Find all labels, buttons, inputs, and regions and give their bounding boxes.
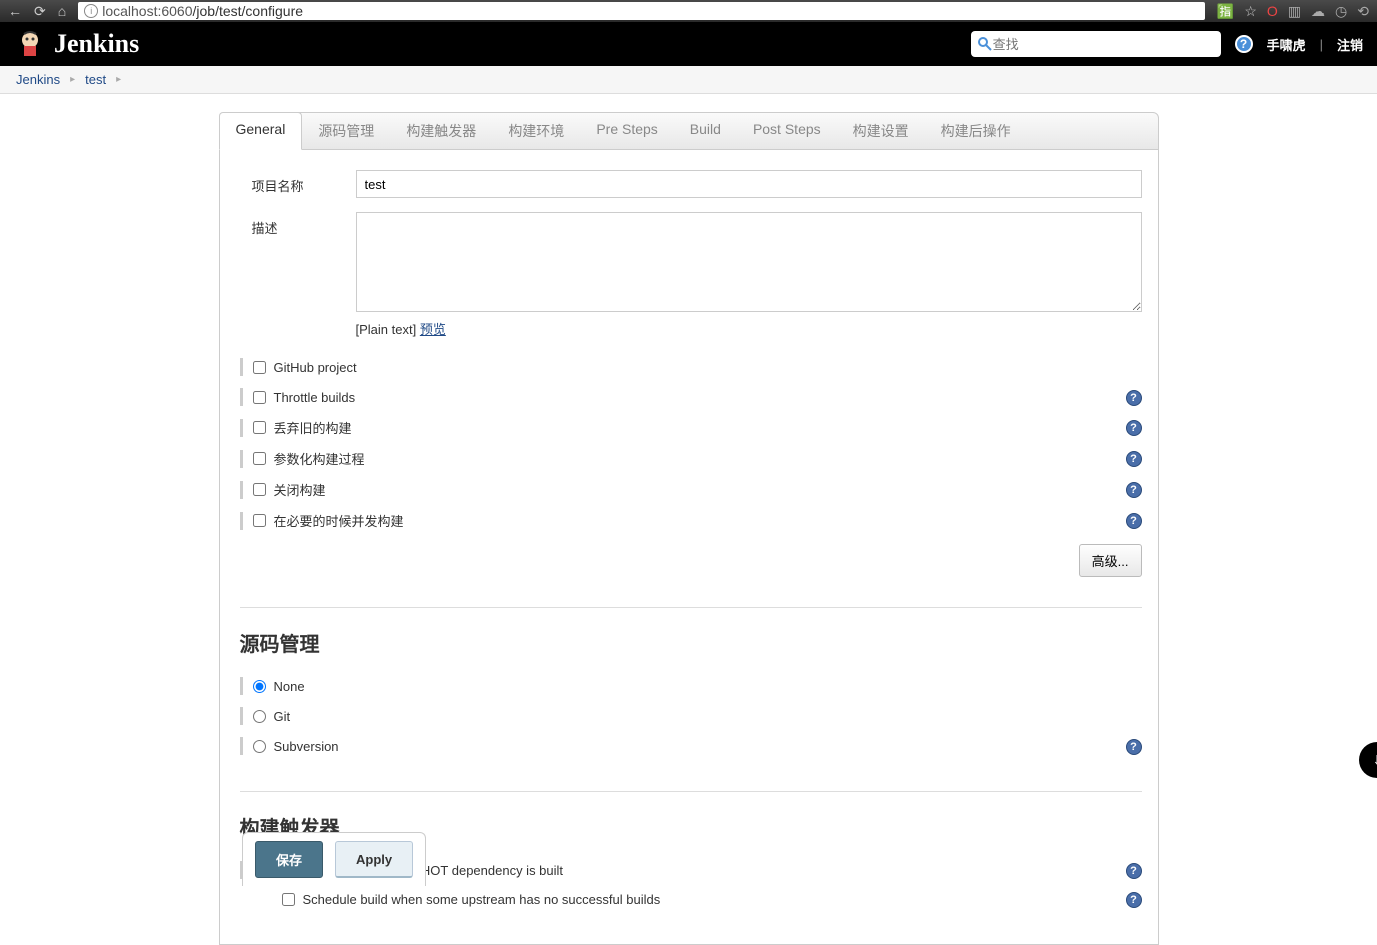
logout-link[interactable]: 注销: [1337, 35, 1363, 54]
sync-icon[interactable]: ⟲: [1357, 3, 1369, 20]
jenkins-mascot-icon: [14, 28, 46, 60]
info-icon[interactable]: i: [84, 4, 98, 18]
opera-icon[interactable]: O: [1267, 3, 1278, 19]
help-icon[interactable]: ?: [1126, 482, 1142, 498]
panel-icon[interactable]: ▥: [1288, 3, 1301, 20]
help-icon[interactable]: ?: [1126, 892, 1142, 908]
search-input[interactable]: [993, 37, 1215, 52]
tab-post-steps[interactable]: Post Steps: [737, 113, 837, 149]
row-bar: [240, 737, 243, 755]
scm-option-row: Git: [236, 701, 1142, 731]
scm-section-title: 源码管理: [240, 607, 1142, 657]
description-textarea[interactable]: [356, 212, 1142, 312]
breadcrumb: Jenkins ▸ test ▸: [0, 66, 1377, 94]
breadcrumb-root[interactable]: Jenkins: [16, 72, 60, 87]
address-bar[interactable]: i localhost:6060/job/test/configure: [78, 2, 1205, 20]
row-bar: [240, 450, 243, 468]
chevron-right-icon: ▸: [70, 74, 75, 85]
row-bar: [240, 358, 243, 376]
scm-radio[interactable]: [253, 740, 266, 753]
advanced-button[interactable]: 高级...: [1079, 544, 1142, 577]
help-icon[interactable]: ?: [1126, 513, 1142, 529]
preview-link[interactable]: 预览: [420, 322, 446, 337]
option-label: 在必要的时候并发构建: [274, 511, 404, 530]
scm-label: Git: [274, 709, 291, 724]
scm-label: Subversion: [274, 739, 339, 754]
option-row: 关闭构建 ?: [236, 474, 1142, 505]
star-icon[interactable]: ☆: [1244, 3, 1257, 20]
jenkins-logo[interactable]: Jenkins: [14, 28, 139, 60]
search-icon: [977, 36, 993, 52]
option-checkbox[interactable]: [253, 483, 266, 496]
option-row: GitHub project: [236, 352, 1142, 382]
project-name-label: 项目名称: [236, 170, 356, 198]
tab-general[interactable]: General: [219, 112, 303, 150]
tab-scm[interactable]: 源码管理: [302, 113, 390, 149]
option-row: Throttle builds ?: [236, 382, 1142, 412]
option-checkbox[interactable]: [253, 421, 266, 434]
option-label: GitHub project: [274, 360, 357, 375]
plaintext-label: [Plain text]: [356, 322, 417, 337]
home-icon[interactable]: ⌂: [58, 3, 66, 19]
option-label: 丢弃旧的构建: [274, 418, 352, 437]
row-bar: [240, 419, 243, 437]
scroll-top-button[interactable]: ↓: [1359, 742, 1377, 778]
option-label: 参数化构建过程: [274, 449, 365, 468]
chevron-right-icon: ▸: [116, 74, 121, 85]
scm-option-row: None: [236, 671, 1142, 701]
option-checkbox[interactable]: [253, 452, 266, 465]
trigger-sub-checkbox[interactable]: [282, 893, 295, 906]
project-name-input[interactable]: [356, 170, 1142, 198]
config-panel: 项目名称 描述 [Plain text] 预览 GitHub project T…: [219, 150, 1159, 945]
help-icon[interactable]: ?: [1126, 420, 1142, 436]
help-icon[interactable]: ?: [1235, 35, 1253, 53]
option-row: 参数化构建过程 ?: [236, 443, 1142, 474]
tab-triggers[interactable]: 构建触发器: [390, 113, 492, 149]
tab-pre-steps[interactable]: Pre Steps: [580, 113, 673, 149]
scm-label: None: [274, 679, 305, 694]
tab-post-build[interactable]: 构建后操作: [925, 113, 1027, 149]
breadcrumb-item[interactable]: test: [85, 72, 106, 87]
tab-env[interactable]: 构建环境: [492, 113, 580, 149]
compass-icon[interactable]: ◷: [1335, 3, 1347, 20]
browser-toolbar: ← ⟳ ⌂ i localhost:6060/job/test/configur…: [0, 0, 1377, 22]
reload-icon[interactable]: ⟳: [34, 3, 46, 20]
option-checkbox[interactable]: [253, 391, 266, 404]
option-label: 关闭构建: [274, 480, 326, 499]
option-row: 在必要的时候并发构建 ?: [236, 505, 1142, 536]
tab-settings[interactable]: 构建设置: [837, 113, 925, 149]
description-label: 描述: [236, 212, 356, 338]
help-icon[interactable]: ?: [1126, 390, 1142, 406]
row-bar: [240, 481, 243, 499]
translate-icon[interactable]: 🈯: [1217, 3, 1234, 20]
scm-option-row: Subversion ?: [236, 731, 1142, 761]
user-link[interactable]: 手啸虎: [1267, 35, 1306, 54]
help-icon[interactable]: ?: [1126, 739, 1142, 755]
option-checkbox[interactable]: [253, 361, 266, 374]
jenkins-brand: Jenkins: [54, 29, 139, 59]
row-bar: [240, 512, 243, 530]
save-button[interactable]: 保存: [255, 841, 323, 878]
apply-button[interactable]: Apply: [335, 841, 413, 878]
trigger-subitem-row: Schedule build when some upstream has no…: [282, 885, 1142, 914]
cloud-icon[interactable]: ☁: [1311, 3, 1325, 20]
tab-build[interactable]: Build: [674, 113, 737, 149]
help-icon[interactable]: ?: [1126, 451, 1142, 467]
bottom-bar: 保存 Apply: [222, 835, 1377, 883]
scm-radio[interactable]: [253, 680, 266, 693]
row-bar: [240, 707, 243, 725]
config-tabs: General 源码管理 构建触发器 构建环境 Pre Steps Build …: [219, 112, 1159, 150]
option-row: 丢弃旧的构建 ?: [236, 412, 1142, 443]
option-checkbox[interactable]: [253, 514, 266, 527]
jenkins-header: Jenkins ? 手啸虎 | 注销: [0, 22, 1377, 66]
row-bar: [240, 677, 243, 695]
back-icon[interactable]: ←: [8, 3, 22, 19]
trigger-sub-label: Schedule build when some upstream has no…: [303, 892, 661, 907]
option-label: Throttle builds: [274, 390, 356, 405]
row-bar: [240, 388, 243, 406]
search-box[interactable]: [971, 31, 1221, 57]
scm-radio[interactable]: [253, 710, 266, 723]
